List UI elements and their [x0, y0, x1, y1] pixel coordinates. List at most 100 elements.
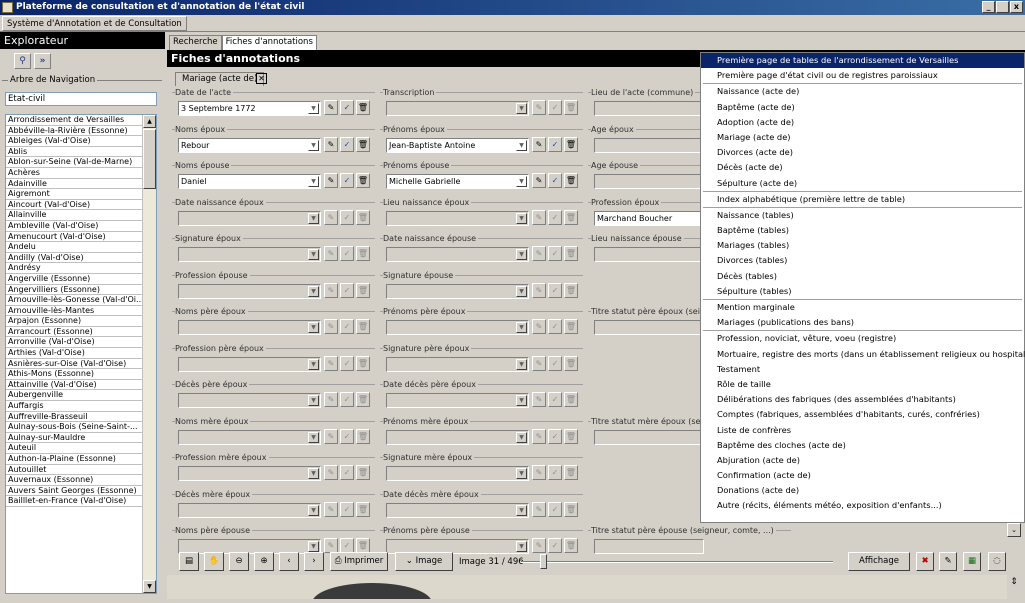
hand-icon[interactable]: ✋	[204, 552, 224, 571]
commune-item[interactable]: Aubergenville	[6, 390, 143, 402]
menu-option[interactable]: Décès (acte de)	[701, 160, 1024, 175]
field-dropdown[interactable]: ▼	[178, 356, 321, 372]
dropdown-arrow-icon[interactable]: ▼	[308, 322, 319, 333]
trash-icon[interactable]: 🗑	[356, 100, 370, 115]
validate-icon[interactable]: ✓	[340, 173, 354, 188]
dropdown-arrow-icon[interactable]: ▼	[308, 139, 319, 151]
trash-icon[interactable]: 🗑	[356, 501, 370, 517]
trash-icon[interactable]: 🗑	[356, 282, 370, 298]
commune-item[interactable]: Arthies (Val-d'Oise)	[6, 348, 143, 359]
field-dropdown[interactable]: 3 Septembre 1772 ▼	[178, 101, 321, 116]
trash-icon[interactable]: 🗑	[564, 392, 578, 407]
commune-item[interactable]: Ambleville (Val-d'Oise)	[6, 221, 143, 232]
close-button[interactable]: x	[1010, 1, 1023, 13]
field-dropdown[interactable]: ▼	[386, 429, 529, 445]
edit-icon[interactable]: ✎	[324, 392, 338, 407]
tree-root[interactable]: Etat-civil	[5, 92, 157, 106]
menu-option[interactable]: Baptême (tables)	[701, 223, 1024, 238]
display-button[interactable]: Affichage	[848, 552, 910, 571]
field-dropdown[interactable]: ▼	[386, 210, 529, 226]
trash-icon[interactable]: 🗑	[356, 246, 370, 261]
field-dropdown[interactable]: ▼	[386, 283, 529, 299]
field-dropdown[interactable]: ▼	[178, 429, 321, 445]
commune-item[interactable]: Adainville	[6, 179, 143, 190]
menu-item-sac[interactable]: Système d'Annotation et de Consultation	[2, 16, 187, 31]
edit-icon[interactable]: ✎	[324, 428, 338, 444]
field-dropdown[interactable]: ▼	[386, 247, 529, 262]
commune-item[interactable]: Athis-Mons (Essonne)	[6, 369, 143, 380]
validate-icon[interactable]: ✓	[340, 392, 354, 407]
commune-item[interactable]: Attainville (Val-d'Oise)	[6, 380, 143, 391]
trash-icon[interactable]: 🗑	[356, 428, 370, 444]
edit-icon[interactable]: ✎	[324, 501, 338, 517]
menu-option[interactable]: Adoption (acte de)	[701, 115, 1024, 130]
field-dropdown[interactable]	[594, 429, 704, 445]
edit-icon[interactable]: ✎	[532, 246, 546, 261]
commune-item[interactable]: Angervilliers (Essonne)	[6, 285, 143, 296]
edit-icon[interactable]: ✎	[324, 465, 338, 480]
edit-icon[interactable]: ✎	[532, 173, 546, 188]
print-button[interactable]: ⎙ Imprimer	[330, 552, 388, 571]
binoculars-icon[interactable]: ⚲	[14, 53, 31, 69]
acte-tab[interactable]: Mariage (acte de)	[175, 72, 265, 86]
validate-icon[interactable]: ✓	[340, 282, 354, 298]
validate-icon[interactable]: ✓	[548, 428, 562, 444]
commune-item[interactable]: Angerville (Essonne)	[6, 274, 143, 285]
menu-option[interactable]: Rôle de taille	[701, 377, 1024, 392]
edit-icon[interactable]: ✎	[532, 209, 546, 225]
zoom-in-icon[interactable]: ⊕	[254, 552, 274, 571]
field-dropdown[interactable]: ▼	[386, 320, 529, 335]
validate-icon[interactable]: ✓	[340, 136, 354, 152]
image-viewer[interactable]	[167, 575, 1007, 599]
commune-item[interactable]: Achères	[6, 168, 143, 179]
menu-option[interactable]: Décès (tables)	[701, 269, 1024, 284]
menu-option[interactable]: Divorces (tables)	[701, 253, 1024, 268]
commune-item[interactable]: Andrésy	[6, 263, 143, 274]
commune-item[interactable]: Aulnay-sur-Mauldre	[6, 433, 143, 444]
edit-icon[interactable]: ✎	[324, 136, 338, 152]
dropdown-arrow-icon[interactable]: ▼	[516, 176, 527, 187]
trash-icon[interactable]: 🗑	[564, 209, 578, 225]
commune-item[interactable]: Arnouville-lès-Mantes	[6, 306, 143, 317]
trash-icon[interactable]: 🗑	[356, 392, 370, 407]
commune-item[interactable]: Authon-la-Plaine (Essonne)	[6, 454, 143, 465]
trash-icon[interactable]: 🗑	[564, 465, 578, 480]
trash-icon[interactable]: 🗑	[564, 501, 578, 517]
close-acte-icon[interactable]: ✕	[256, 73, 267, 84]
commune-item[interactable]: Ablis	[6, 147, 143, 158]
commune-item[interactable]: Arrondissement de Versailles	[6, 115, 143, 126]
field-dropdown[interactable]: ▼	[178, 247, 321, 262]
field-dropdown[interactable]	[594, 174, 704, 189]
edit-icon[interactable]: ✎	[532, 465, 546, 480]
dropdown-arrow-icon[interactable]: ▼	[308, 395, 319, 406]
menu-option[interactable]: Profession, noviciat, vêture, voeu (regi…	[701, 331, 1024, 346]
menu-option[interactable]: Sépulture (tables)	[701, 284, 1024, 299]
commune-item[interactable]: Auvers Saint Georges (Essonne)	[6, 486, 143, 497]
dropdown-arrow-icon[interactable]: ▼	[516, 212, 527, 224]
minimize-button[interactable]: _	[982, 1, 995, 13]
dropdown-arrow-icon[interactable]: ▼	[516, 468, 527, 479]
validate-icon[interactable]: ✓	[548, 501, 562, 517]
dropdown-arrow-icon[interactable]: ▼	[308, 176, 319, 187]
edit-icon[interactable]: ✎	[324, 246, 338, 261]
dropdown-arrow-icon[interactable]: ▼	[516, 285, 527, 297]
menu-option[interactable]: Mariages (publications des bans)	[701, 315, 1024, 330]
tab-recherche[interactable]: Recherche	[169, 35, 222, 50]
validate-icon[interactable]: ✓	[340, 319, 354, 334]
trash-icon[interactable]: 🗑	[356, 319, 370, 334]
menu-option[interactable]: Mortuaire, registre des morts (dans un é…	[701, 347, 1025, 362]
dropdown-arrow-icon[interactable]: ▼	[308, 431, 319, 443]
dropdown-arrow-icon[interactable]: ▼	[516, 103, 527, 114]
acte-type-menu[interactable]: Première page de tables de l'arrondissem…	[700, 52, 1025, 523]
trash-icon[interactable]: 🗑	[356, 355, 370, 371]
field-dropdown[interactable]: ▼	[386, 101, 529, 116]
scroll-thumb[interactable]	[143, 129, 156, 189]
menu-option[interactable]: Confirmation (acte de)	[701, 468, 1024, 483]
commune-item[interactable]: Abbéville-la-Rivière (Essonne)	[6, 126, 143, 137]
dropdown-arrow-icon[interactable]: ▼	[308, 504, 319, 516]
validate-icon[interactable]: ✓	[340, 428, 354, 444]
slider-thumb[interactable]	[539, 554, 547, 569]
next-icon[interactable]: ›	[304, 552, 324, 571]
validate-icon[interactable]: ✓	[340, 465, 354, 480]
field-dropdown[interactable]: ▼	[178, 502, 321, 518]
